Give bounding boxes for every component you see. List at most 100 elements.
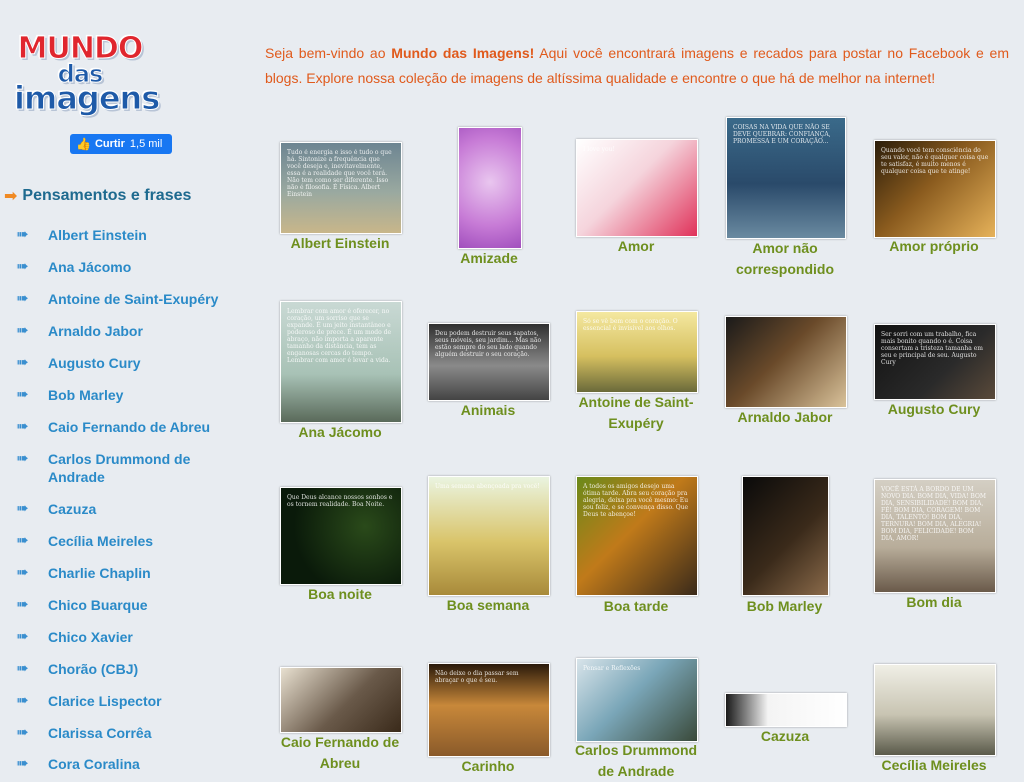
gallery-caption-link[interactable]: Boa tarde bbox=[576, 596, 696, 617]
like-label: Curtir bbox=[94, 138, 125, 150]
thumbnail-image[interactable]: A todos os amigos desejo uma ótima tarde… bbox=[576, 476, 698, 596]
thumbnail-image[interactable]: Não deixe o dia passar sem abraçar o que… bbox=[428, 663, 550, 757]
arrow-right-icon: ➠ bbox=[16, 564, 29, 581]
arrow-right-icon: ➠ bbox=[16, 290, 29, 307]
welcome-text: Seja bem-vindo ao Mundo das Imagens! Aqu… bbox=[265, 41, 1009, 91]
thumbnail-quote-text: Ser sorri com um trabalho, fica mais bon… bbox=[881, 331, 983, 366]
sidebar-item-link[interactable]: ➠ Arnaldo Jabor bbox=[16, 322, 226, 340]
sidebar-item-link[interactable]: ➠ Albert Einstein bbox=[16, 226, 226, 244]
gallery-caption-link[interactable]: Bob Marley bbox=[742, 596, 827, 617]
thumbnail-image[interactable]: Quando você tem consciência do seu valor… bbox=[874, 140, 996, 238]
thumbnail-quote-text: A todos os amigos desejo uma ótima tarde… bbox=[583, 483, 689, 518]
thumbnail-quote-text: Tudo é energia e isso é tudo o que há. S… bbox=[287, 149, 392, 198]
sidebar-item-link[interactable]: ➠ Chorão (CBJ) bbox=[16, 660, 226, 678]
sidebar-item-label: Carlos Drummond de Andrade bbox=[48, 451, 191, 485]
gallery-caption-link[interactable]: Amor próprio bbox=[874, 236, 994, 257]
sidebar-item-label: Cora Coralina bbox=[48, 756, 140, 772]
sidebar-item-link[interactable]: ➠ Cecília Meireles bbox=[16, 532, 226, 550]
gallery-caption-link[interactable]: Boa semana bbox=[428, 595, 548, 616]
gallery-caption-link[interactable]: Boa noite bbox=[280, 584, 400, 605]
gallery-caption-link[interactable]: Amizade bbox=[458, 248, 520, 269]
arrow-right-icon: ➠ bbox=[16, 354, 29, 371]
gallery-caption-link[interactable]: Animais bbox=[428, 400, 548, 421]
arrow-right-icon: ➠ bbox=[16, 532, 29, 549]
arrow-right-icon: ➠ bbox=[16, 386, 29, 403]
sidebar-item-link[interactable]: ➠ Clarice Lispector bbox=[16, 692, 226, 710]
thumbnail-quote-text: COISAS NA VIDA QUE NÃO SE DEVE QUEBRAR: … bbox=[733, 124, 831, 145]
gallery-caption-link[interactable]: Arnaldo Jabor bbox=[725, 407, 845, 428]
sidebar-item-link[interactable]: ➠ Ana Jácomo bbox=[16, 258, 226, 276]
gallery-caption-link[interactable]: Ana Jácomo bbox=[280, 422, 400, 443]
gallery-caption-link[interactable]: Carinho bbox=[428, 756, 548, 777]
logo-word-imagens: imagens bbox=[14, 79, 161, 117]
sidebar-item-label: Albert Einstein bbox=[48, 227, 147, 243]
sidebar-item-link[interactable]: ➠ Cazuza bbox=[16, 500, 226, 518]
gallery-caption-link[interactable]: Amor não correspondido bbox=[726, 238, 844, 280]
sidebar-item-label: Clarice Lispector bbox=[48, 693, 162, 709]
thumbnail-quote-text: Não deixe o dia passar sem abraçar o que… bbox=[435, 670, 519, 684]
sidebar-item-label: Cecília Meireles bbox=[48, 533, 154, 549]
gallery-caption-link[interactable]: Antoine de Saint-Exupéry bbox=[576, 392, 696, 434]
arrow-right-icon: ➠ bbox=[16, 692, 29, 709]
thumbnail-quote-text: I love you! bbox=[583, 146, 615, 153]
sidebar-item-link[interactable]: ➠ Charlie Chaplin bbox=[16, 564, 226, 582]
thumbnail-image[interactable]: Deu podem destruir seus sapatos, seus mó… bbox=[428, 323, 550, 401]
thumbnail-image[interactable]: Lembrar com amor é oferecer, no coração,… bbox=[280, 301, 402, 423]
thumbnail-image[interactable]: I love you! bbox=[576, 139, 698, 237]
sidebar-item-label: Ana Jácomo bbox=[48, 259, 132, 275]
site-logo[interactable]: MUNDO das imagens bbox=[14, 33, 161, 126]
sidebar-item-link[interactable]: ➠ Clarissa Corrêa bbox=[16, 724, 226, 742]
site-name: Mundo das Imagens! bbox=[391, 45, 535, 61]
sidebar-item-link[interactable]: ➠ Carlos Drummond de Andrade bbox=[16, 450, 226, 486]
thumbnail-quote-text: Pensar e Reflexões bbox=[583, 665, 641, 672]
arrow-right-icon: ➠ bbox=[16, 724, 29, 741]
thumbnail-quote-text: Só se vê bem com o coração. O essencial … bbox=[583, 318, 678, 332]
section-title-text: Pensamentos e frases bbox=[22, 187, 192, 204]
sidebar: MUNDO das imagens 👍 Curtir 1,5 mil ➡ Pen… bbox=[0, 0, 240, 772]
thumbnail-image[interactable] bbox=[874, 664, 996, 756]
sidebar-item-label: Clarissa Corrêa bbox=[48, 725, 152, 741]
sidebar-item-link[interactable]: ➠ Chico Buarque bbox=[16, 596, 226, 614]
thumbnail-image[interactable] bbox=[458, 127, 522, 249]
thumbnail-image[interactable]: Ser sorri com um trabalho, fica mais bon… bbox=[874, 324, 996, 400]
arrow-right-icon: ➠ bbox=[16, 628, 29, 645]
gallery-caption-link[interactable]: Bom dia bbox=[874, 592, 994, 613]
thumbnail-image[interactable]: COISAS NA VIDA QUE NÃO SE DEVE QUEBRAR: … bbox=[726, 117, 846, 239]
sidebar-item-link[interactable]: ➠ Caio Fernando de Abreu bbox=[16, 418, 226, 436]
sidebar-item-label: Bob Marley bbox=[48, 387, 124, 403]
thumbnail-image[interactable]: Uma semana abençoada pra você! bbox=[428, 476, 550, 596]
gallery-caption-link[interactable]: Augusto Cury bbox=[874, 399, 994, 420]
thumbnail-quote-text: Que Deus alcance nossos sonhos e os torn… bbox=[287, 494, 393, 508]
thumbnail-image[interactable]: Que Deus alcance nossos sonhos e os torn… bbox=[280, 487, 402, 585]
like-count: 1,5 mil bbox=[129, 138, 163, 150]
arrow-right-icon: ➠ bbox=[16, 226, 29, 243]
thumbnail-quote-text: Quando você tem consciência do seu valor… bbox=[881, 147, 989, 175]
thumbnail-image[interactable] bbox=[725, 316, 847, 408]
thumbnail-image[interactable] bbox=[742, 476, 829, 596]
facebook-like-button[interactable]: 👍 Curtir 1,5 mil bbox=[70, 134, 172, 154]
arrow-right-icon: ➠ bbox=[16, 755, 29, 772]
gallery-caption-link[interactable]: Cazuza bbox=[725, 726, 845, 747]
gallery-caption-link[interactable]: Carlos Drummond de Andrade bbox=[566, 740, 706, 782]
thumbnail-image[interactable] bbox=[280, 667, 402, 733]
welcome-text-start: Seja bem-vindo ao bbox=[265, 45, 392, 61]
sidebar-item-label: Cazuza bbox=[48, 501, 97, 517]
gallery-caption-link[interactable]: Cecília Meireles bbox=[874, 755, 994, 776]
arrow-right-icon: ➠ bbox=[16, 660, 29, 677]
thumbnail-image[interactable]: VOCÊ ESTÁ A BORDO DE UM NOVO DIA. BOM DI… bbox=[874, 479, 996, 593]
sidebar-item-link[interactable]: ➠ Antoine de Saint-Exupéry bbox=[16, 290, 226, 308]
sidebar-item-label: Antoine de Saint-Exupéry bbox=[48, 291, 219, 307]
sidebar-item-link[interactable]: ➠ Bob Marley bbox=[16, 386, 226, 404]
arrow-right-icon: ➠ bbox=[16, 418, 29, 435]
thumbnail-quote-text: Uma semana abençoada pra você! bbox=[435, 483, 540, 490]
sidebar-item-link[interactable]: ➠ Augusto Cury bbox=[16, 354, 226, 372]
gallery-caption-link[interactable]: Amor bbox=[576, 236, 696, 257]
thumbnail-quote-text: Lembrar com amor é oferecer, no coração,… bbox=[287, 308, 392, 364]
sidebar-item-link[interactable]: ➠ Chico Xavier bbox=[16, 628, 226, 646]
gallery-caption-link[interactable]: Albert Einstein bbox=[280, 233, 400, 254]
thumbnail-image[interactable] bbox=[725, 693, 847, 727]
thumbnail-image[interactable]: Pensar e Reflexões bbox=[576, 658, 698, 742]
thumbnail-image[interactable]: Tudo é energia e isso é tudo o que há. S… bbox=[280, 142, 402, 234]
sidebar-item-link[interactable]: ➠ Cora Coralina bbox=[16, 755, 226, 773]
thumbnail-image[interactable]: Só se vê bem com o coração. O essencial … bbox=[576, 311, 698, 393]
